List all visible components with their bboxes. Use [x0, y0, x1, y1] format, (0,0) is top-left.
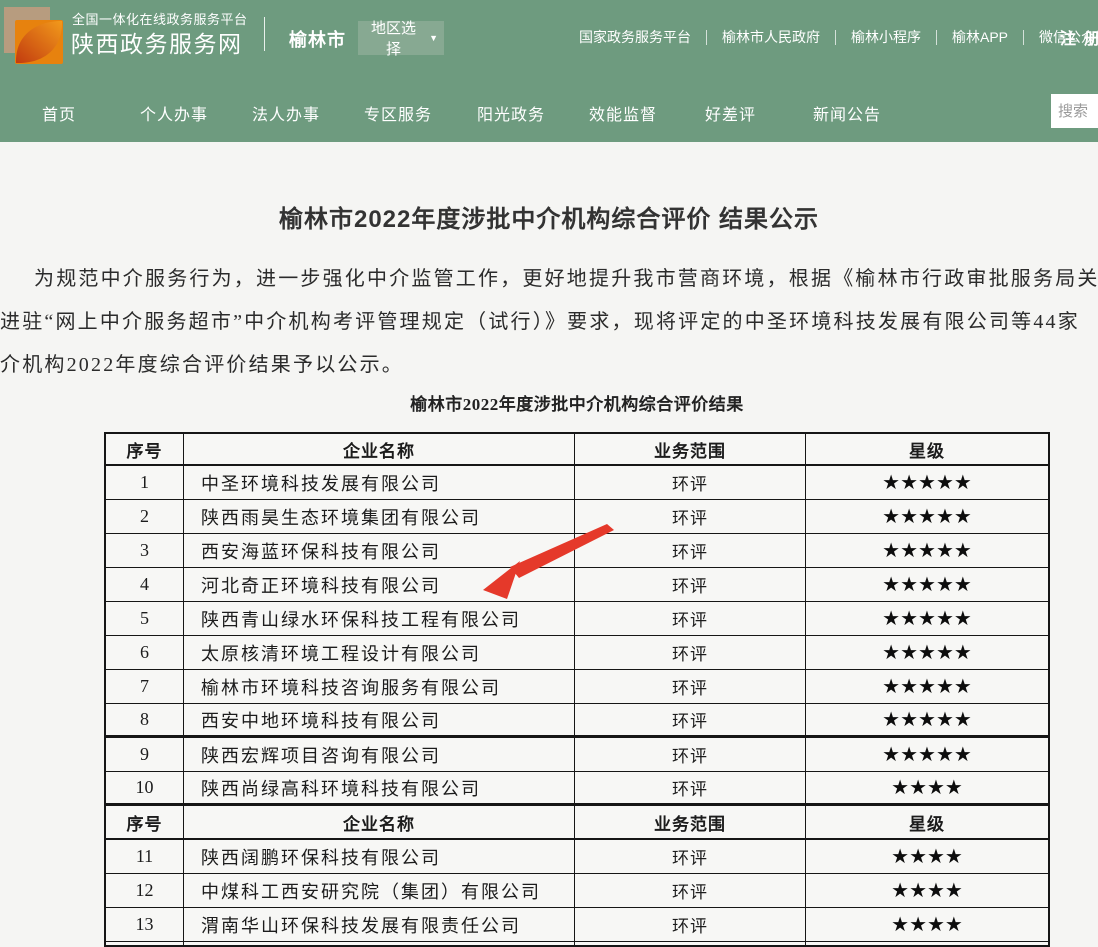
cell-business-scope: 环评	[575, 568, 806, 602]
nav-item-1[interactable]: 首页	[42, 101, 76, 125]
cell-company-name: 陕西雨昊生态环境集团有限公司	[184, 500, 575, 534]
cell-business-scope: 环评	[575, 466, 806, 500]
cell-business-scope: 环评	[575, 704, 806, 738]
cell-business-scope: 环评	[575, 636, 806, 670]
cell-business-scope: 环评	[575, 738, 806, 772]
cell-star-rating: ★★★★★	[806, 534, 1048, 568]
cell-business-scope: 环评	[575, 840, 806, 874]
column-header-4: 星级	[806, 434, 1048, 466]
cell-business-scope: 环评	[575, 534, 806, 568]
top-link-2[interactable]: 榆林市人民政府	[722, 27, 820, 47]
cell-business-scope: 环评	[575, 874, 806, 908]
site-logo[interactable]	[2, 4, 64, 64]
top-links: 国家政务服务平台榆林市人民政府榆林小程序榆林APP微信公众号	[579, 27, 1098, 47]
cell-company-name: 河北奇正环境科技有限公司	[184, 568, 575, 602]
column-header-1: 序号	[106, 434, 184, 466]
cell-company-name: 渭南华山环保科技发展有限责任公司	[184, 908, 575, 942]
cell-company-name: 陕西青山绿水环保科技工程有限公司	[184, 602, 575, 636]
register-link[interactable]: 注册	[1060, 25, 1098, 49]
cell-company-name: 陕西尚绿高科环境科技有限公司	[184, 772, 575, 806]
region-selector-label: 地区选择	[364, 17, 423, 59]
column-header-3: 业务范围	[575, 434, 806, 466]
chevron-down-icon: ▼	[429, 34, 438, 43]
column-header-1: 序号	[106, 806, 184, 840]
column-header-2: 企业名称	[184, 806, 575, 840]
cell-row-number: 4	[106, 568, 184, 602]
cell-star-rating: ★★★★	[806, 840, 1048, 874]
cell-business-scope: 环评	[575, 500, 806, 534]
top-link-divider	[835, 30, 836, 45]
cell-row-number: 9	[106, 738, 184, 772]
results-table: 序号企业名称业务范围星级1中圣环境科技发展有限公司环评★★★★★2陕西雨昊生态环…	[104, 432, 1050, 947]
cell-star-rating: ★★★★★	[806, 568, 1048, 602]
cell-company-name: 西安中地环境科技有限公司	[184, 704, 575, 738]
cell-row-number: 10	[106, 772, 184, 806]
cell-company-name: 中煤科工西安研究院（集团）有限公司	[184, 874, 575, 908]
nav-item-8[interactable]: 新闻公告	[813, 101, 881, 125]
cell-business-scope: 环评	[575, 908, 806, 942]
cell-empty	[184, 942, 575, 947]
column-header-4: 星级	[806, 806, 1048, 840]
cell-star-rating: ★★★★★	[806, 670, 1048, 704]
page: 全国一体化在线政务服务平台 陕西政务服务网 榆林市 地区选择 ▼ 国家政务服务平…	[0, 0, 1098, 947]
cell-star-rating: ★★★★	[806, 908, 1048, 942]
cell-empty	[106, 942, 184, 947]
cell-empty	[575, 942, 806, 947]
cell-company-name: 榆林市环境科技咨询服务有限公司	[184, 670, 575, 704]
nav-item-7[interactable]: 好差评	[705, 101, 756, 125]
cell-row-number: 3	[106, 534, 184, 568]
cell-star-rating: ★★★★★	[806, 738, 1048, 772]
cell-row-number: 11	[106, 840, 184, 874]
cell-business-scope: 环评	[575, 670, 806, 704]
header-divider	[264, 17, 265, 51]
top-link-4[interactable]: 榆林APP	[952, 27, 1008, 47]
cell-business-scope: 环评	[575, 772, 806, 806]
page-title: 榆林市2022年度涉批中介机构综合评价 结果公示	[0, 199, 1098, 234]
nav-item-6[interactable]: 效能监督	[589, 101, 657, 125]
cell-company-name: 陕西阔鹏环保科技有限公司	[184, 840, 575, 874]
column-header-2: 企业名称	[184, 434, 575, 466]
cell-star-rating: ★★★★★	[806, 636, 1048, 670]
article-line-2: 进驻“网上中介服务超市”中介机构考评管理规定（试行）》要求，现将评定的中圣环境科…	[0, 305, 1080, 334]
cell-company-name: 中圣环境科技发展有限公司	[184, 466, 575, 500]
table-caption: 榆林市2022年度涉批中介机构综合评价结果	[104, 390, 1050, 415]
top-link-divider	[706, 30, 707, 45]
nav-item-5[interactable]: 阳光政务	[477, 101, 545, 125]
cell-company-name: 西安海蓝环保科技有限公司	[184, 534, 575, 568]
cell-star-rating: ★★★★★	[806, 602, 1048, 636]
cell-row-number: 12	[106, 874, 184, 908]
article-line-1: 为规范中介服务行为，进一步强化中介监管工作，更好地提升我市营商环境，根据《榆林市…	[34, 262, 1098, 291]
cell-row-number: 2	[106, 500, 184, 534]
site-logo-icon	[2, 4, 64, 64]
current-city-label: 榆林市	[289, 26, 346, 52]
cell-row-number: 7	[106, 670, 184, 704]
cell-star-rating: ★★★★	[806, 874, 1048, 908]
site-name: 陕西政务服务网	[71, 25, 243, 59]
cell-company-name: 陕西宏辉项目咨询有限公司	[184, 738, 575, 772]
cell-business-scope: 环评	[575, 602, 806, 636]
cell-row-number: 13	[106, 908, 184, 942]
top-link-3[interactable]: 榆林小程序	[851, 27, 921, 47]
cell-empty	[806, 942, 1048, 947]
cell-star-rating: ★★★★	[806, 772, 1048, 806]
nav-item-3[interactable]: 法人办事	[252, 101, 320, 125]
cell-star-rating: ★★★★★	[806, 704, 1048, 738]
cell-row-number: 6	[106, 636, 184, 670]
cell-row-number: 5	[106, 602, 184, 636]
cell-row-number: 1	[106, 466, 184, 500]
cell-star-rating: ★★★★★	[806, 500, 1048, 534]
nav-item-2[interactable]: 个人办事	[140, 101, 208, 125]
cell-company-name: 太原核清环境工程设计有限公司	[184, 636, 575, 670]
article-line-3: 介机构2022年度综合评价结果予以公示。	[0, 348, 404, 377]
column-header-3: 业务范围	[575, 806, 806, 840]
cell-row-number: 8	[106, 704, 184, 738]
top-link-1[interactable]: 国家政务服务平台	[579, 27, 691, 47]
nav-item-4[interactable]: 专区服务	[364, 101, 432, 125]
top-link-divider	[936, 30, 937, 45]
cell-star-rating: ★★★★★	[806, 466, 1048, 500]
region-selector-button[interactable]: 地区选择 ▼	[358, 21, 444, 55]
top-link-divider	[1023, 30, 1024, 45]
search-input[interactable]	[1051, 94, 1098, 128]
